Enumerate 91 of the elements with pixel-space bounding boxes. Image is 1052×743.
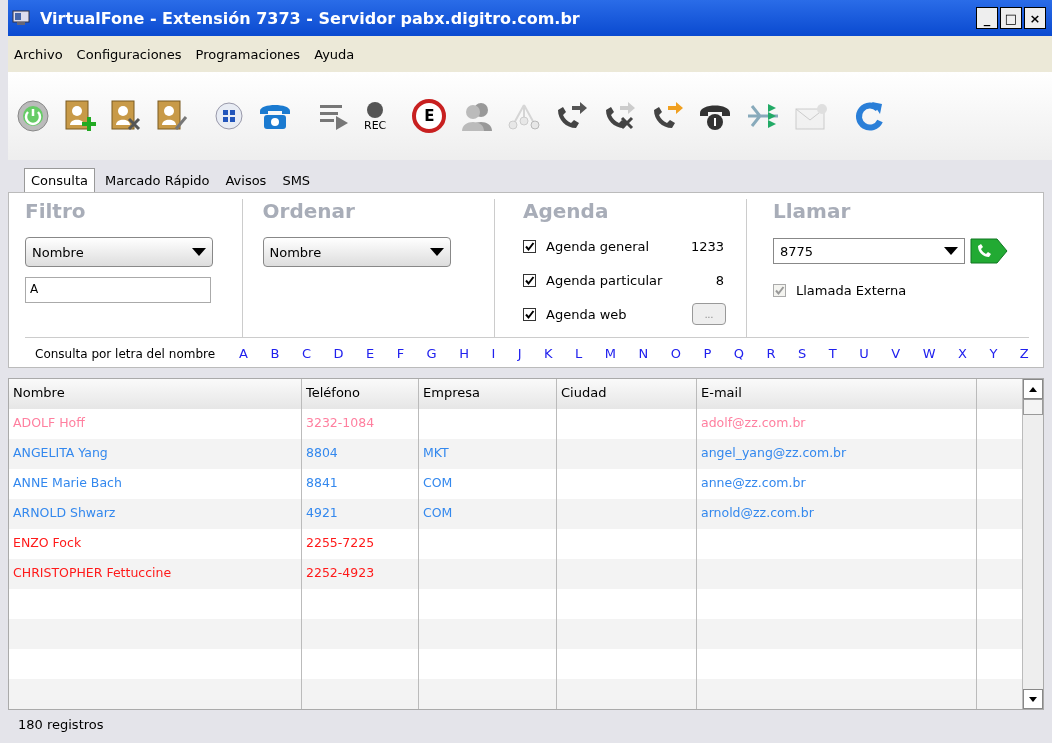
checkbox-label: Agenda web: [546, 306, 628, 322]
letter-link[interactable]: I: [491, 346, 496, 361]
table-row[interactable]: CHRISTOPHER Fettuccine 2252-4923: [9, 559, 1023, 589]
letter-link[interactable]: H: [459, 346, 469, 361]
letter-search-label: Consulta por letra del nombre: [34, 346, 216, 361]
checkbox-label: Agenda general: [546, 238, 651, 254]
table-cell: angel_yang@zz.com.br: [701, 445, 847, 460]
record-icon[interactable]: [366, 100, 385, 119]
table-cell: ENZO Fock: [13, 535, 82, 550]
sort-dropdown[interactable]: Nombre: [262, 237, 451, 267]
filter-dropdown[interactable]: Nombre: [25, 237, 213, 267]
count: 8: [714, 272, 724, 288]
checkbox[interactable]: [523, 307, 536, 321]
letter-link[interactable]: Y: [989, 346, 998, 361]
letter-link[interactable]: P: [703, 346, 712, 361]
letter-link[interactable]: Q: [733, 346, 745, 361]
checkbox-label: Llamada Externa: [796, 282, 908, 298]
menu-item[interactable]: Ayuda: [314, 46, 355, 62]
record-label[interactable]: REC: [364, 118, 387, 132]
list-play-icon[interactable]: [318, 102, 350, 130]
refresh-icon[interactable]: [854, 100, 885, 132]
table-cell: ARNOLD Shwarz: [13, 505, 116, 520]
checkbox[interactable]: [523, 239, 536, 253]
tab[interactable]: Consulta: [24, 168, 95, 192]
letter-link[interactable]: T: [828, 346, 837, 361]
letter-link[interactable]: R: [766, 346, 776, 361]
letter-link[interactable]: O: [670, 346, 681, 361]
checkbox[interactable]: [523, 273, 536, 287]
menu-item[interactable]: Archivo: [14, 46, 63, 62]
scrollbar[interactable]: [1023, 379, 1043, 709]
letter-link[interactable]: F: [396, 346, 405, 361]
table-cell: CHRISTOPHER Fettuccine: [13, 565, 172, 580]
contact-add-icon[interactable]: [64, 99, 96, 133]
tab[interactable]: Avisos: [219, 169, 273, 192]
letter-link[interactable]: X: [958, 346, 967, 361]
window-control-button[interactable]: _: [976, 7, 998, 29]
table-cell: 3232-1084: [306, 415, 375, 430]
table-cell: 4921: [306, 505, 338, 520]
table-cell: 8841: [306, 475, 338, 490]
letter-link[interactable]: K: [544, 346, 553, 361]
window-title: VirtualFone - Extensión 7373 - Servidor pabx.digitro.com.br: [40, 8, 581, 28]
table-cell: ANNE Marie Bach: [13, 475, 122, 490]
table-cell: MKT: [423, 445, 449, 460]
keypad-icon[interactable]: [214, 101, 244, 131]
letter-link[interactable]: V: [891, 346, 901, 361]
power-icon[interactable]: [16, 99, 50, 133]
table-cell: COM: [423, 505, 453, 520]
tab[interactable]: SMS: [276, 169, 317, 192]
table-cell: anne@zz.com.br: [701, 475, 806, 490]
people-icon[interactable]: [460, 100, 495, 132]
letter-link[interactable]: C: [301, 346, 311, 361]
table-cell: ANGELITA Yang: [13, 445, 108, 460]
letter-link[interactable]: N: [638, 346, 649, 361]
section-heading: Llamar: [773, 199, 852, 223]
contact-delete-icon[interactable]: [110, 99, 142, 133]
e-badge-button[interactable]: E: [412, 99, 447, 133]
table-cell: adolf@zz.com.br: [701, 415, 806, 430]
window-control-button[interactable]: □: [1000, 7, 1022, 29]
checkbox-label: Agenda particular: [546, 272, 664, 288]
letter-link[interactable]: Z: [1019, 346, 1029, 361]
letter-link[interactable]: J: [517, 346, 522, 361]
letter-link[interactable]: L: [575, 346, 583, 361]
table-cell: arnold@zz.com.br: [701, 505, 814, 520]
contact-edit-icon[interactable]: [156, 99, 188, 133]
letter-link[interactable]: G: [426, 346, 437, 361]
table-cell: COM: [423, 475, 453, 490]
menu-item[interactable]: Programaciones: [195, 46, 301, 62]
letter-link[interactable]: E: [365, 346, 375, 361]
table-cell: 2255-7225: [306, 535, 375, 550]
tab[interactable]: Marcado Rápido: [98, 169, 216, 192]
number-combo[interactable]: 8775: [773, 238, 965, 264]
window-control-button[interactable]: ×: [1024, 7, 1046, 29]
letter-link[interactable]: W: [922, 346, 936, 361]
letter-link[interactable]: U: [859, 346, 869, 361]
letter-link[interactable]: D: [333, 346, 344, 361]
table-cell: 8804: [306, 445, 338, 460]
table-cell: 2252-4923: [306, 565, 375, 580]
letter-link[interactable]: M: [604, 346, 617, 361]
section-heading: Agenda: [523, 199, 610, 223]
count: 1233: [689, 238, 724, 254]
letter-link[interactable]: S: [798, 346, 807, 361]
section-heading: Ordenar: [262, 199, 356, 223]
letter-link[interactable]: A: [239, 346, 248, 361]
record-count: 180 registros: [18, 716, 104, 732]
menu-item[interactable]: Configuraciones: [76, 46, 182, 62]
letter-link[interactable]: B: [270, 346, 280, 361]
section-heading: Filtro: [25, 199, 87, 223]
table-cell: ADOLF Hoff: [13, 415, 85, 430]
call-button[interactable]: [969, 237, 1009, 265]
app-icon: [12, 10, 30, 26]
filter-field[interactable]: A: [25, 277, 211, 303]
